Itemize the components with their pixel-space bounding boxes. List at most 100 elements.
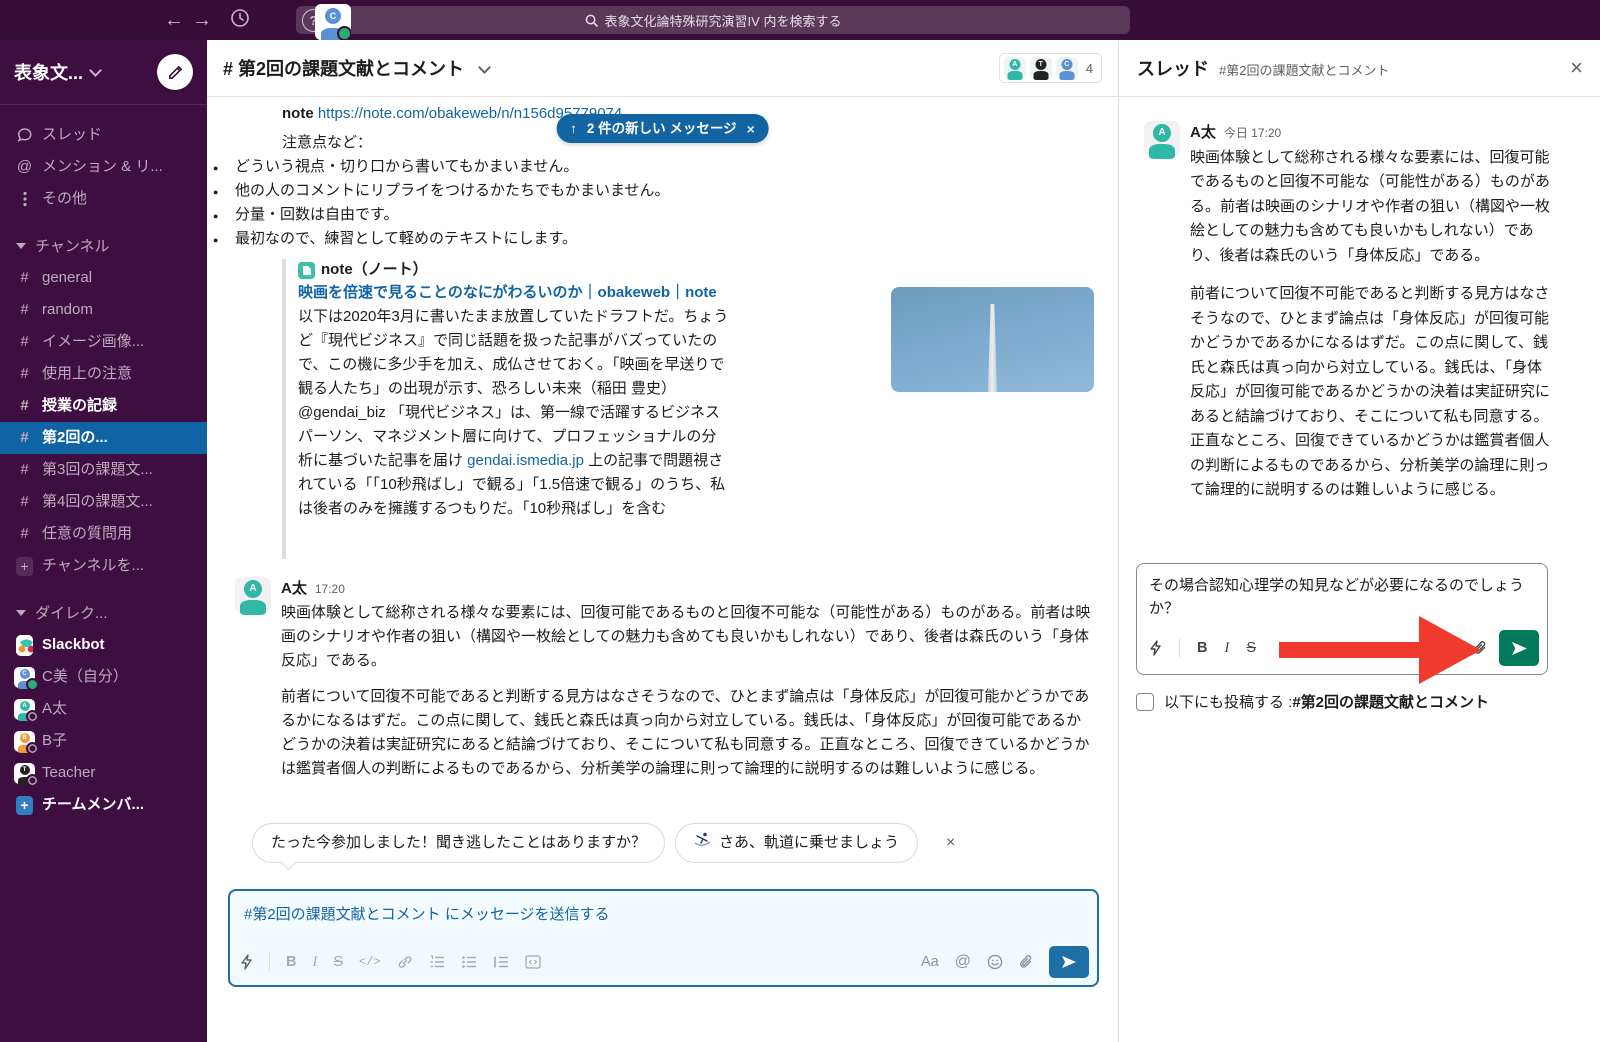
dm-section-header[interactable]: ダイレク...: [0, 596, 207, 629]
text-format-button[interactable]: Aa: [1427, 637, 1461, 659]
message-author[interactable]: A太: [281, 577, 307, 601]
message-author[interactable]: A太: [1190, 121, 1216, 146]
avatar-letter: A: [1009, 59, 1020, 70]
sidebar-item-more[interactable]: その他: [0, 183, 207, 215]
add-channel-button[interactable]: +チャンネルを...: [0, 550, 207, 582]
thread-body: A A太 今日 17:20 映画体験として総称される様々な要素には、回復可能であ…: [1119, 97, 1600, 517]
message-content: A太 今日 17:20 映画体験として総称される様々な要素には、回復可能であるも…: [1190, 121, 1552, 517]
suggestion-pill-up-to-speed[interactable]: さあ、軌道に乗せましょう: [675, 823, 918, 863]
attach-file-icon[interactable]: [1019, 954, 1033, 970]
emoji-button[interactable]: [987, 954, 1003, 970]
slackbot-avatar: [16, 635, 33, 656]
sidebar-channel-image[interactable]: #イメージ画像...: [0, 326, 207, 358]
message-avatar[interactable]: A: [1144, 121, 1180, 157]
compose-pencil-icon: [167, 64, 184, 81]
sidebar-channel-class-records[interactable]: #授業の記録: [0, 390, 207, 422]
member-count-button[interactable]: A T C 4: [999, 53, 1102, 83]
member-avatar: A: [1004, 57, 1026, 79]
bulleted-list-button[interactable]: [461, 955, 477, 969]
message-composer[interactable]: #第2回の課題文献とコメント にメッセージを送信する B I S </>: [228, 889, 1099, 987]
bold-button[interactable]: B: [286, 950, 296, 974]
history-forward-icon[interactable]: →: [188, 9, 216, 32]
app-body: 表象文... スレッド @ メンション & リ... その他: [0, 40, 1600, 1042]
message-timestamp[interactable]: 今日 17:20: [1224, 121, 1281, 146]
sidebar-channel-session2-active[interactable]: #第2回の...: [0, 422, 207, 454]
strikethrough-button[interactable]: S: [333, 950, 343, 974]
search-input[interactable]: 表象文化論特殊研究演習IV 内を検索する: [296, 6, 1130, 34]
close-icon[interactable]: ×: [747, 117, 755, 141]
hash-icon: #: [16, 427, 33, 449]
composer-toolbar: B I S </>: [240, 946, 1089, 978]
composer-placeholder: #第2回の課題文献とコメント にメッセージを送信する: [230, 891, 1097, 927]
thread-pane: スレッド #第2回の課題文献とコメント × A A太 今日 17:20 映画体験…: [1119, 40, 1600, 1042]
dm-a-ta[interactable]: A A太: [0, 693, 207, 725]
hash-icon: #: [16, 363, 33, 385]
link-preview-body: 以下は2020年3月に書いたまま放置していたドラフトだ。ちょうど『現代ビジネス』…: [298, 305, 730, 521]
ordered-list-button[interactable]: [429, 955, 445, 969]
strikethrough-button[interactable]: S: [1246, 640, 1256, 656]
avatar-letter: A: [20, 701, 30, 711]
sidebar-channel-session3[interactable]: #第3回の課題文...: [0, 454, 207, 486]
sidebar-channel-session4[interactable]: #第4回の課題文...: [0, 486, 207, 518]
sidebar-item-label: その他: [42, 188, 87, 210]
sidebar-item-threads[interactable]: スレッド: [0, 119, 207, 151]
sidebar-channel-random[interactable]: #random: [0, 294, 207, 326]
code-button[interactable]: </>: [359, 950, 381, 974]
shortcuts-lightning-icon[interactable]: [240, 954, 253, 970]
sidebar-channel-usage-notes[interactable]: #使用上の注意: [0, 358, 207, 390]
avatar-letter: C: [1061, 59, 1072, 70]
thread-reply-composer[interactable]: その場合認知心理学の知見などが必要になるのでしょうか？ B I S Aa: [1136, 563, 1548, 675]
shortcuts-lightning-icon[interactable]: [1149, 640, 1162, 656]
sidebar-channel-questions[interactable]: #任意の質問用: [0, 518, 207, 550]
new-messages-banner[interactable]: ↑ 2 件の新しい メッセージ ×: [556, 114, 769, 143]
dm-self[interactable]: C C美（自分）: [0, 661, 207, 693]
reply-send-button[interactable]: [1499, 630, 1539, 666]
also-send-checkbox[interactable]: [1136, 693, 1154, 711]
add-teammates-button[interactable]: +チームメンバ...: [0, 789, 207, 821]
dm-teacher[interactable]: T Teacher: [0, 757, 207, 789]
suggestion-row: たった今参加しました！聞き逃したことはありますか？ さあ、軌道に乗せましょう ×: [252, 823, 1118, 863]
text-format-button[interactable]: Aa: [921, 950, 939, 974]
history-clock-icon[interactable]: [230, 8, 250, 33]
avatar-body: [1059, 71, 1074, 80]
message-timestamp[interactable]: 17:20: [315, 577, 345, 601]
workspace-switcher[interactable]: 表象文...: [0, 40, 207, 105]
code-block-button[interactable]: [525, 955, 541, 969]
message-paragraph: 前者について回復不可能であると判断する見方はなさそうなので、ひとまず論点は「身体…: [1190, 282, 1552, 503]
dm-slackbot[interactable]: Slackbot: [0, 629, 207, 661]
dismiss-suggestions-icon[interactable]: ×: [946, 831, 955, 855]
history-back-icon[interactable]: ←: [160, 9, 188, 32]
dm-b-ko[interactable]: B B子: [0, 725, 207, 757]
inline-link[interactable]: gendai.ismedia.jp: [467, 452, 584, 469]
bullet-item: 他の人のコメントにリプライをつけるかたちでもかまいません。: [207, 179, 1118, 203]
italic-button[interactable]: I: [312, 950, 317, 974]
channels-section-header[interactable]: チャンネル: [0, 229, 207, 262]
message-header: A太 今日 17:20: [1190, 121, 1552, 146]
bold-button[interactable]: B: [1197, 640, 1207, 656]
message-list: ↑ 2 件の新しい メッセージ × note https://note.com/…: [207, 97, 1118, 1042]
message-avatar[interactable]: A: [235, 577, 271, 613]
suggestion-pill-joined[interactable]: たった今参加しました！聞き逃したことはありますか？: [252, 823, 665, 863]
user-avatar[interactable]: C: [315, 4, 351, 40]
close-thread-icon[interactable]: ×: [1570, 55, 1583, 81]
channel-title[interactable]: # 第2回の課題文献とコメント: [223, 55, 489, 81]
link-preview-thumbnail[interactable]: [891, 287, 1094, 392]
provider-name: note（ノート）: [321, 259, 428, 281]
sidebar-item-mentions[interactable]: @ メンション & リ...: [0, 151, 207, 183]
italic-button[interactable]: I: [1224, 640, 1229, 657]
offline-status-dot: [26, 742, 39, 755]
link-button[interactable]: [397, 954, 413, 970]
attach-file-icon[interactable]: [1473, 640, 1487, 656]
blockquote-button[interactable]: [493, 955, 509, 969]
bullet-item: 分量・回数は自由です。: [207, 203, 1118, 227]
reply-draft-text: その場合認知心理学の知見などが必要になるのでしょうか？: [1137, 564, 1541, 620]
message-header: A太 17:20: [281, 577, 1096, 601]
thread-root-message: A A太 今日 17:20 映画体験として総称される様々な要素には、回復可能であ…: [1144, 121, 1581, 517]
hash-icon: #: [16, 395, 33, 417]
thread-channel-subtitle[interactable]: #第2回の課題文献とコメント: [1219, 60, 1389, 79]
mention-button[interactable]: @: [955, 950, 971, 974]
sidebar-channel-general[interactable]: #general: [0, 262, 207, 294]
send-button[interactable]: [1049, 946, 1089, 978]
link-preview-title[interactable]: 映画を倍速で見ることのなにがわるいのか｜obakeweb｜note: [298, 281, 730, 305]
new-message-button[interactable]: [157, 54, 193, 90]
